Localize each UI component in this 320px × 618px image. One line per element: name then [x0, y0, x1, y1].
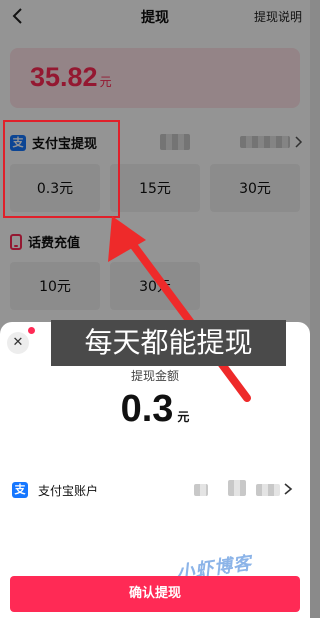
- notification-dot: [28, 327, 35, 334]
- confirm-withdraw-button[interactable]: 确认提现: [10, 576, 300, 612]
- withdraw-amount-unit: 元: [177, 410, 190, 424]
- alipay-account-row[interactable]: 支 支付宝账户: [12, 478, 300, 502]
- highlight-box: [3, 120, 120, 218]
- chevron-right-icon: [284, 483, 293, 495]
- promo-banner: 每天都能提现: [51, 320, 286, 366]
- withdraw-sheet: ✕ 提现金额 0.3 元 支 支付宝账户 小虾博客 确认提现: [0, 322, 310, 618]
- blurred-account-name: [194, 484, 208, 496]
- withdraw-amount: 0.3 元: [120, 388, 190, 430]
- alipay-icon: 支: [12, 482, 28, 498]
- close-button[interactable]: ✕: [7, 332, 29, 354]
- alipay-account-label: 支付宝账户: [38, 483, 99, 498]
- withdraw-amount-label: 提现金额: [130, 369, 179, 383]
- blurred-account-name-2: [228, 480, 246, 496]
- blurred-account-name-3: [256, 484, 280, 496]
